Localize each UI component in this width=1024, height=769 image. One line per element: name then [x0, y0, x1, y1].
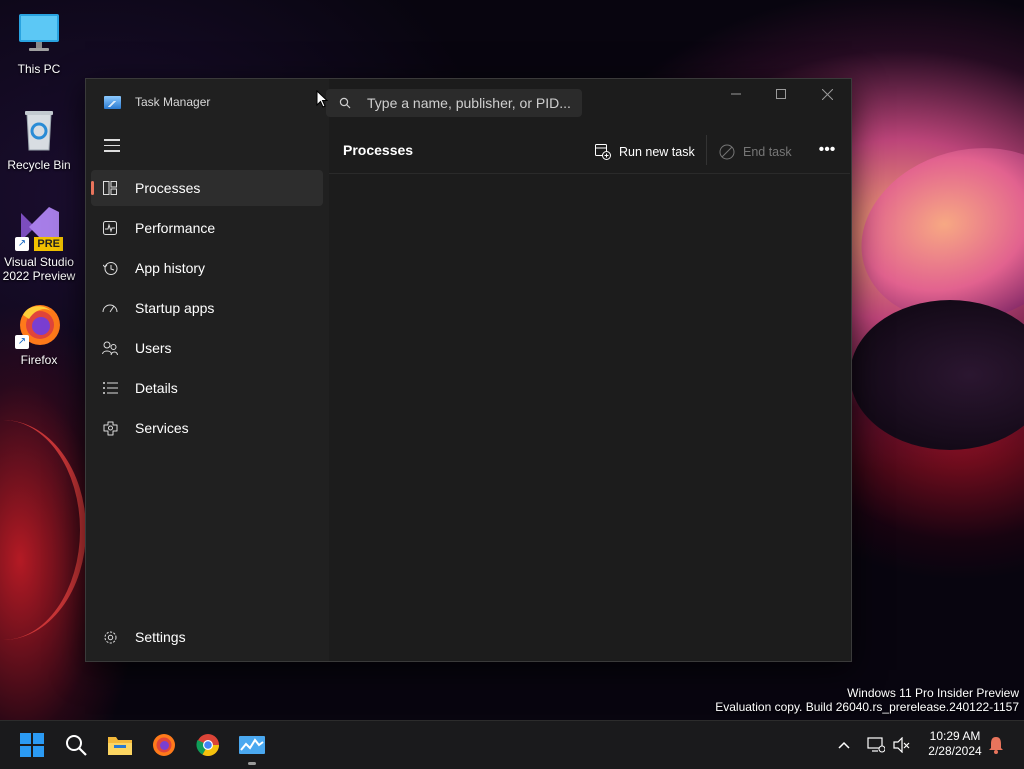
network-status[interactable] [862, 729, 890, 761]
processes-icon [101, 179, 119, 197]
maximize-button[interactable] [758, 79, 804, 109]
toolbar: Processes Run new task End task ••• [329, 131, 850, 174]
watermark-line: Windows 11 Pro Insider Preview [847, 686, 1019, 700]
nav-item-label: Details [135, 380, 178, 396]
taskbar-firefox[interactable] [148, 729, 180, 761]
nav-item-label: Performance [135, 220, 216, 236]
desktop-icon-visual-studio[interactable]: PRE ↗ Visual Studio 2022 Preview [1, 203, 77, 283]
desktop-icon-recycle-bin[interactable]: Recycle Bin [1, 106, 77, 172]
run-task-icon [595, 144, 611, 160]
process-list-area [329, 174, 850, 660]
close-icon [821, 88, 833, 100]
nav-list: Processes Performance App history Startu… [91, 170, 323, 450]
nav-item-services[interactable]: Services [91, 410, 323, 446]
task-manager-app-icon [104, 95, 121, 109]
os-watermark: Windows 11 Pro Insider Preview Evaluatio… [715, 686, 1019, 714]
volume-muted-icon [893, 737, 910, 753]
gear-icon [101, 628, 119, 646]
more-options-button[interactable]: ••• [815, 141, 839, 163]
clock[interactable]: 10:29 AM 2/28/2024 [918, 729, 992, 759]
shortcut-arrow-icon: ↗ [15, 335, 29, 349]
notifications-button[interactable] [982, 729, 1010, 761]
desktop-icon-this-pc[interactable]: This PC [1, 10, 77, 76]
history-icon [101, 259, 119, 277]
nav-item-settings[interactable]: Settings [91, 619, 323, 655]
nav-item-label: App history [135, 260, 206, 276]
startup-icon [101, 299, 119, 317]
end-task-label: End task [743, 145, 792, 159]
hamburger-menu-button[interactable] [104, 139, 120, 153]
wallpaper-shape [0, 420, 86, 640]
nav-item-label: Startup apps [135, 300, 215, 316]
page-title: Processes [343, 142, 414, 158]
nav-item-details[interactable]: Details [91, 370, 323, 406]
recycle-bin-icon [15, 106, 63, 154]
clock-time: 10:29 AM [929, 729, 981, 743]
details-icon [101, 379, 119, 397]
nav-item-label: Processes [135, 180, 201, 196]
folder-icon [108, 737, 132, 755]
run-new-task-button[interactable]: Run new task [595, 139, 695, 165]
chevron-up-icon [838, 741, 850, 749]
nav-item-users[interactable]: Users [91, 330, 323, 366]
desktop-icon-label: Recycle Bin [7, 158, 71, 172]
window-title: Task Manager [135, 95, 211, 109]
taskbar-chrome[interactable] [192, 729, 224, 761]
desktop-icon-label: Firefox [20, 353, 58, 367]
wallpaper-shape [850, 300, 1024, 450]
network-icon [867, 737, 885, 753]
title-bar: Task Manager [104, 95, 210, 109]
volume-status[interactable] [888, 729, 916, 761]
desktop-icon-firefox[interactable]: ↗ Firefox [1, 301, 77, 367]
start-button[interactable] [16, 729, 48, 761]
minimize-icon [731, 93, 741, 95]
monitor-icon [15, 10, 63, 58]
windows-logo-icon [20, 733, 44, 757]
shortcut-arrow-icon: ↗ [15, 237, 29, 251]
watermark-line: Evaluation copy. Build 26040.rs_prerelea… [715, 700, 1019, 714]
show-hidden-icons-button[interactable] [830, 729, 858, 761]
run-new-task-label: Run new task [619, 145, 695, 159]
bell-icon [989, 737, 1003, 754]
desktop-icon-label: Visual Studio 2022 Preview [2, 255, 76, 283]
services-icon [101, 419, 119, 437]
end-task-icon [719, 144, 735, 160]
chrome-icon [196, 734, 219, 756]
nav-item-performance[interactable]: Performance [91, 210, 323, 246]
preview-badge: PRE [34, 237, 63, 251]
nav-item-label: Users [135, 340, 172, 356]
nav-item-label: Services [135, 420, 189, 436]
users-icon [101, 339, 119, 357]
search-box[interactable] [326, 89, 582, 117]
desktop-icon-label: This PC [17, 62, 61, 76]
taskbar-search-button[interactable] [60, 729, 92, 761]
search-input[interactable] [367, 95, 577, 111]
taskbar: 10:29 AM 2/28/2024 [0, 720, 1024, 769]
task-manager-window: Task Manager Processes Performance [85, 78, 852, 662]
settings-label: Settings [135, 629, 186, 645]
clock-date: 2/28/2024 [928, 744, 982, 758]
mouse-cursor-icon [316, 90, 328, 108]
taskbar-file-explorer[interactable] [104, 729, 136, 761]
performance-icon [101, 219, 119, 237]
nav-item-processes[interactable]: Processes [91, 170, 323, 206]
search-icon [66, 735, 87, 756]
minimize-button[interactable] [713, 79, 759, 109]
search-icon [339, 97, 351, 109]
task-manager-icon [239, 736, 265, 754]
nav-item-startup-apps[interactable]: Startup apps [91, 290, 323, 326]
toolbar-divider [706, 135, 707, 165]
nav-item-app-history[interactable]: App history [91, 250, 323, 286]
firefox-icon: ↗ [15, 301, 63, 349]
visual-studio-icon: PRE ↗ [15, 203, 63, 251]
taskbar-task-manager[interactable] [236, 729, 268, 765]
maximize-icon [776, 89, 786, 99]
end-task-button[interactable]: End task [719, 139, 792, 165]
close-button[interactable] [804, 79, 850, 109]
firefox-icon [153, 734, 175, 756]
